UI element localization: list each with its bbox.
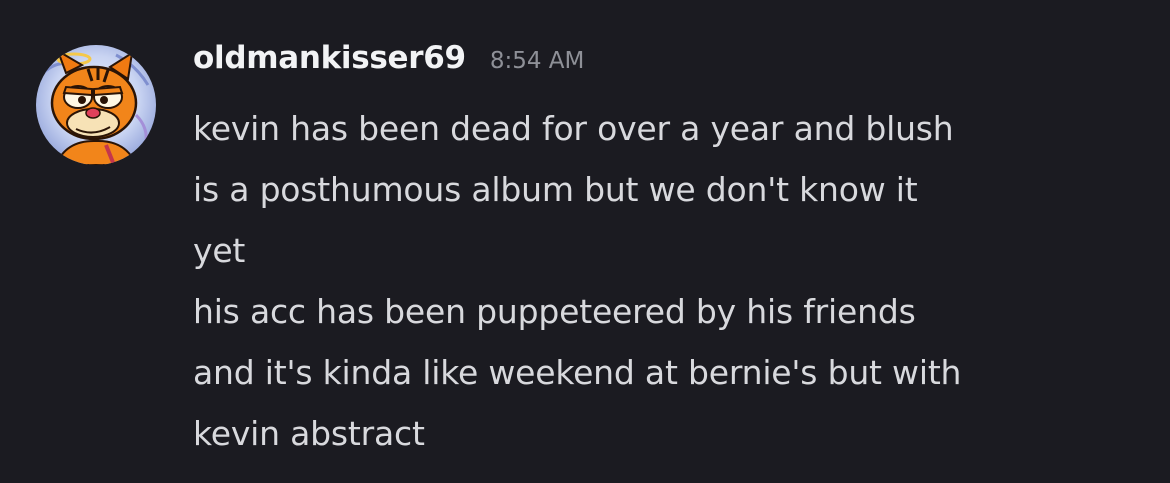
message-line: his acc has been puppeteered by his frie… — [193, 292, 916, 331]
message-line: yet — [193, 231, 246, 270]
username[interactable]: oldmankisser69 — [193, 40, 466, 76]
message-line: kevin has been dead for over a year and … — [193, 109, 954, 148]
message-line: is a posthumous album but we don't know … — [193, 170, 918, 209]
message-content: oldmankisser69 8:54 AM kevin has been de… — [193, 40, 1153, 464]
message-line: kevin abstract — [193, 414, 425, 453]
chat-message: oldmankisser69 8:54 AM kevin has been de… — [0, 0, 1170, 483]
timestamp: 8:54 AM — [489, 48, 585, 74]
user-avatar[interactable] — [36, 45, 156, 165]
garfield-avatar-icon — [36, 45, 156, 165]
message-body: kevin has been dead for over a year and … — [193, 98, 1153, 464]
message-header: oldmankisser69 8:54 AM — [193, 40, 1153, 98]
message-line: and it's kinda like weekend at bernie's … — [193, 353, 962, 392]
